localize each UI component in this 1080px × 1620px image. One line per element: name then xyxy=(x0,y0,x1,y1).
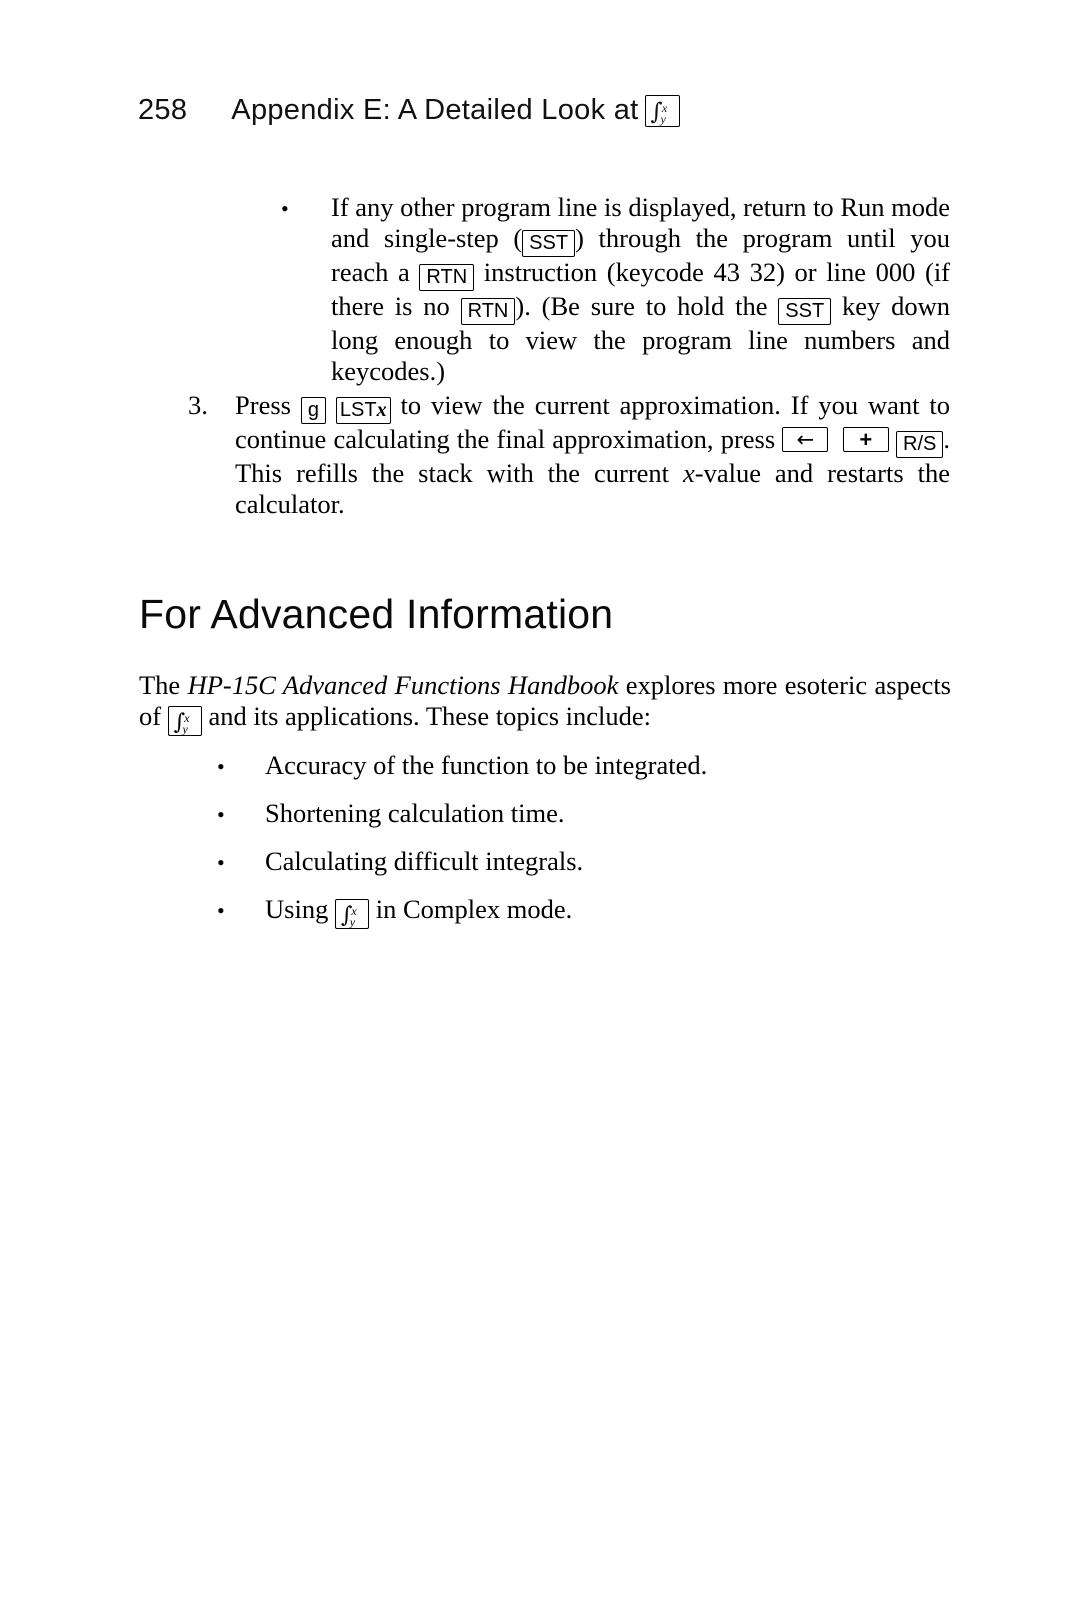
manual-page: 258 Appendix E: A Detailed Look at ∫xy •… xyxy=(0,0,1080,1620)
handbook-title: HP-15C Advanced Functions Handbook xyxy=(187,670,619,700)
integral-subscript: y xyxy=(660,112,667,126)
intro-seg-3: and its applications. These topics inclu… xyxy=(201,701,652,731)
bullet-icon: • xyxy=(217,850,225,875)
bullet-text-seg-4: ). (Be sure to hold the xyxy=(515,291,779,321)
integral-key-icon: ∫xy xyxy=(167,706,202,736)
running-head-title: Appendix E: A Detailed Look at xyxy=(231,94,639,126)
list-item: • Accuracy of the function to be integrat… xyxy=(217,750,965,798)
bullet-paragraph: • If any other program line is displayed,… xyxy=(281,192,950,387)
list-item: • Using ∫xy in Complex mode. xyxy=(217,894,965,942)
list-item-suffix: in Complex mode. xyxy=(369,894,573,924)
step-text-seg-1: Press xyxy=(235,390,301,420)
lstx-label: LST xyxy=(339,399,377,421)
page-number: 258 xyxy=(138,94,188,126)
integral-subscript: y xyxy=(349,915,356,929)
topic-list: • Accuracy of the function to be integrat… xyxy=(217,750,965,942)
plus-key-icon: + xyxy=(842,426,889,452)
run-stop-key-icon: R/S xyxy=(896,431,944,458)
back-arrow-glyph: ← xyxy=(796,427,815,451)
list-item-label: Calculating difficult integrals. xyxy=(265,846,584,876)
lstx-variable: x xyxy=(376,399,387,421)
back-arrow-key-icon: ← xyxy=(782,427,829,452)
bullet-icon: • xyxy=(281,196,289,221)
intro-paragraph: The HP-15C Advanced Functions Handbook e… xyxy=(139,670,951,736)
g-key-icon: g xyxy=(300,397,326,424)
lstx-key-icon: LSTx xyxy=(335,397,391,424)
sst-key-icon: SST xyxy=(778,298,832,325)
list-item: • Calculating difficult integrals. xyxy=(217,846,965,894)
x-variable: x xyxy=(682,458,695,488)
numbered-step: 3. Press g LSTx to view the current appro… xyxy=(188,390,950,520)
list-item-label: Accuracy of the function to be integrate… xyxy=(265,750,708,780)
rtn-key-icon: RTN xyxy=(419,264,475,291)
bullet-icon: • xyxy=(217,754,225,779)
list-item-label: Shortening calculation time. xyxy=(265,798,565,828)
integral-key-icon: ∫xy xyxy=(644,95,681,127)
step-number: 3. xyxy=(188,390,208,420)
list-item-prefix: Using xyxy=(265,894,335,924)
integral-subscript: y xyxy=(182,722,188,736)
bullet-icon: • xyxy=(217,898,225,923)
plus-glyph: + xyxy=(859,426,873,452)
running-head: 258 Appendix E: A Detailed Look at ∫xy xyxy=(138,94,681,127)
section-heading: For Advanced Information xyxy=(139,591,614,637)
sst-key-icon: SST xyxy=(522,230,576,257)
bullet-icon: • xyxy=(217,802,225,827)
intro-seg-1: The xyxy=(139,670,188,700)
integral-key-icon: ∫xy xyxy=(334,899,370,929)
rtn-key-icon: RTN xyxy=(460,298,516,325)
list-item: • Shortening calculation time. xyxy=(217,798,965,846)
